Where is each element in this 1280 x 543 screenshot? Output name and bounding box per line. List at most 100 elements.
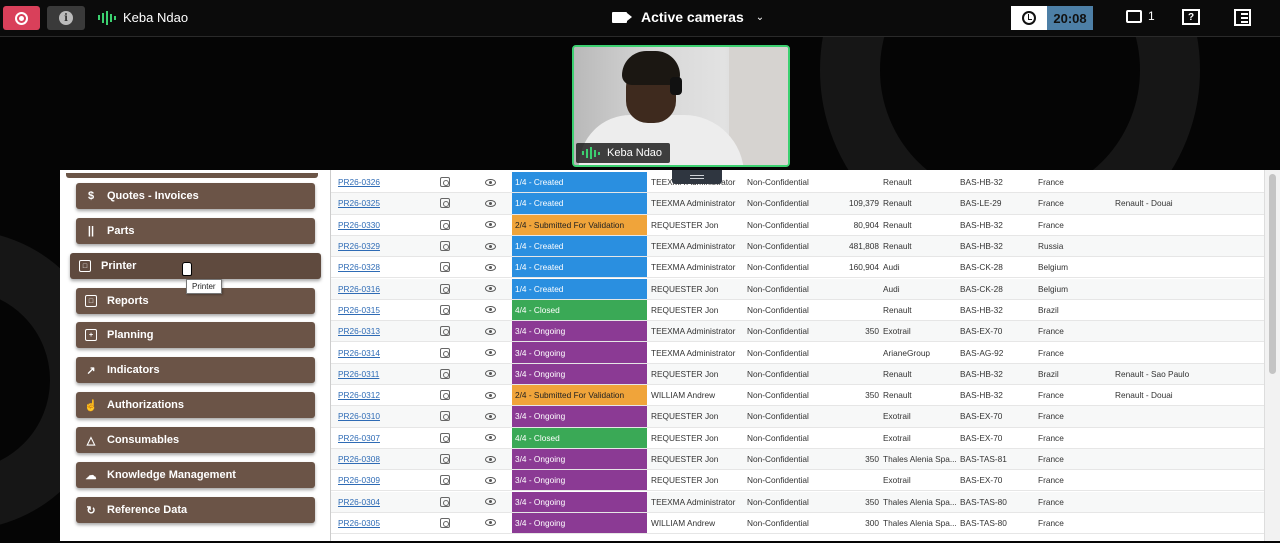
status-badge: 2/4 - Submitted For Validation bbox=[512, 385, 647, 406]
country-cell: France bbox=[1038, 326, 1064, 337]
edit-icon[interactable] bbox=[439, 513, 451, 533]
help-icon[interactable]: ? bbox=[1182, 9, 1200, 25]
table-row[interactable]: PR26-0315 4/4 - Closed REQUESTER Jon Non-Co… bbox=[331, 299, 1265, 322]
sidebar-item-indicators[interactable]: ↗ Indicators bbox=[76, 357, 315, 383]
sidebar-item-planning[interactable]: + Planning bbox=[76, 322, 315, 348]
request-id-link[interactable]: PR26-0315 bbox=[338, 300, 418, 320]
edit-icon[interactable] bbox=[439, 257, 451, 277]
table-scrollbar[interactable] bbox=[1264, 170, 1280, 541]
table-row[interactable]: PR26-0308 3/4 - Ongoing REQUESTER Jon Non-C… bbox=[331, 448, 1265, 471]
meeting-timer[interactable]: 20:08 bbox=[1011, 6, 1093, 30]
edit-icon[interactable] bbox=[439, 364, 451, 384]
table-row[interactable]: PR26-0305 3/4 - Ongoing WILLIAM Andrew Non-… bbox=[331, 512, 1265, 535]
view-eye-icon[interactable] bbox=[484, 215, 496, 235]
view-eye-icon[interactable] bbox=[484, 513, 496, 533]
table-row[interactable]: PR26-0313 3/4 - Ongoing TEEXMA Administrat… bbox=[331, 321, 1265, 343]
view-selector[interactable]: Active cameras ⌄ bbox=[612, 9, 764, 25]
view-eye-icon[interactable] bbox=[484, 406, 496, 426]
table-row[interactable]: PR26-0309 3/4 - Ongoing REQUESTER Jon Non-C… bbox=[331, 470, 1265, 492]
request-id-link[interactable]: PR26-0325 bbox=[338, 193, 418, 213]
quantity-cell: 350 bbox=[865, 454, 879, 465]
sidebar-item-authorizations[interactable]: ☝ Authorizations bbox=[76, 392, 315, 418]
sidebar-item-quotes-invoices[interactable]: $ Quotes - Invoices bbox=[76, 183, 315, 209]
edit-icon[interactable] bbox=[439, 406, 451, 426]
table-row[interactable]: PR26-0307 4/4 - Closed REQUESTER Jon Non-Co… bbox=[331, 427, 1265, 449]
table-row[interactable]: PR26-0328 1/4 - Created TEEXMA Administrat… bbox=[331, 257, 1265, 279]
country-cell: France bbox=[1038, 432, 1064, 443]
view-eye-icon[interactable] bbox=[484, 300, 496, 320]
edit-icon[interactable] bbox=[439, 279, 451, 299]
table-row[interactable]: PR26-0329 1/4 - Created TEEXMA Administrat… bbox=[331, 235, 1265, 258]
view-eye-icon[interactable] bbox=[484, 321, 496, 341]
table-row[interactable]: PR26-0304 3/4 - Ongoing TEEXMA Administrat… bbox=[331, 491, 1265, 513]
view-eye-icon[interactable] bbox=[484, 364, 496, 384]
request-id-link[interactable]: PR26-0307 bbox=[338, 428, 418, 448]
sidebar-item-printer[interactable]: □ Printer bbox=[70, 253, 321, 279]
request-id-link[interactable]: PR26-0313 bbox=[338, 321, 418, 341]
country-cell: France bbox=[1038, 517, 1064, 528]
table-row[interactable]: PR26-0310 3/4 - Ongoing REQUESTER Jon Non-C… bbox=[331, 406, 1265, 428]
view-eye-icon[interactable] bbox=[484, 428, 496, 448]
view-eye-icon[interactable] bbox=[484, 342, 496, 362]
request-id-link[interactable]: PR26-0310 bbox=[338, 406, 418, 426]
edit-icon[interactable] bbox=[439, 470, 451, 490]
request-id-link[interactable]: PR26-0330 bbox=[338, 215, 418, 235]
table-row[interactable]: PR26-0314 3/4 - Ongoing TEEXMA Administrat… bbox=[331, 342, 1265, 364]
table-row[interactable]: PR26-0311 3/4 - Ongoing REQUESTER Jon Non-C… bbox=[331, 363, 1265, 385]
request-id-link[interactable]: PR26-0328 bbox=[338, 257, 418, 277]
sidebar-item-reference-data[interactable]: ↻ Reference Data bbox=[76, 497, 315, 523]
edit-icon[interactable] bbox=[439, 172, 451, 192]
view-eye-icon[interactable] bbox=[484, 193, 496, 213]
edit-icon[interactable] bbox=[439, 342, 451, 362]
view-eye-icon[interactable] bbox=[484, 172, 496, 192]
printer-icon: □ bbox=[79, 260, 91, 272]
view-eye-icon[interactable] bbox=[484, 279, 496, 299]
edit-icon[interactable] bbox=[439, 193, 451, 213]
edit-icon[interactable] bbox=[439, 300, 451, 320]
view-eye-icon[interactable] bbox=[484, 449, 496, 469]
table-row[interactable]: PR26-0312 2/4 - Submitted For Validation W… bbox=[331, 385, 1265, 407]
timer-value: 20:08 bbox=[1047, 6, 1093, 30]
table-row[interactable]: PR26-0316 1/4 - Created REQUESTER Jon Non-C… bbox=[331, 278, 1265, 300]
edit-icon[interactable] bbox=[439, 236, 451, 256]
info-button[interactable]: i bbox=[47, 6, 85, 30]
sidebar-item-parts[interactable]: || Parts bbox=[76, 218, 315, 244]
sidebar-item-consumables[interactable]: △ Consumables bbox=[76, 427, 315, 453]
view-eye-icon[interactable] bbox=[484, 236, 496, 256]
reference-cell: BAS-HB-32 bbox=[960, 177, 1003, 188]
edit-icon[interactable] bbox=[439, 385, 451, 405]
edit-icon[interactable] bbox=[439, 449, 451, 469]
audio-level-icon bbox=[98, 10, 116, 25]
request-id-link[interactable]: PR26-0314 bbox=[338, 342, 418, 362]
site-cell bbox=[1115, 257, 1255, 277]
edit-icon[interactable] bbox=[439, 321, 451, 341]
record-button[interactable] bbox=[3, 6, 40, 30]
table-row[interactable]: PR26-03261/4 - CreatedTEEXMA Administrat… bbox=[331, 172, 1265, 194]
chat-button[interactable]: 1 bbox=[1126, 9, 1155, 23]
edit-icon[interactable] bbox=[439, 428, 451, 448]
camera-tile[interactable]: Keba Ndao bbox=[572, 45, 790, 167]
request-id-link[interactable]: PR26-0304 bbox=[338, 492, 418, 512]
request-id-link[interactable]: PR26-0311 bbox=[338, 364, 418, 384]
edit-icon[interactable] bbox=[439, 492, 451, 512]
request-id-link[interactable]: PR26-0326 bbox=[338, 172, 418, 192]
participants-icon[interactable] bbox=[1234, 9, 1251, 26]
table-row[interactable]: PR26-0325 1/4 - Created TEEXMA Administrat… bbox=[331, 193, 1265, 215]
reference-cell: BAS-HB-32 bbox=[960, 304, 1003, 315]
drag-handle[interactable] bbox=[672, 170, 722, 184]
request-id-link[interactable]: PR26-0316 bbox=[338, 279, 418, 299]
view-eye-icon[interactable] bbox=[484, 492, 496, 512]
request-id-link[interactable]: PR26-0305 bbox=[338, 513, 418, 533]
sidebar-item-knowledge-management[interactable]: ☁ Knowledge Management bbox=[76, 462, 315, 488]
request-id-link[interactable]: PR26-0312 bbox=[338, 385, 418, 405]
edit-icon[interactable] bbox=[439, 215, 451, 235]
reference-cell: BAS-LE-29 bbox=[960, 198, 1002, 209]
view-eye-icon[interactable] bbox=[484, 470, 496, 490]
view-eye-icon[interactable] bbox=[484, 257, 496, 277]
request-id-link[interactable]: PR26-0329 bbox=[338, 236, 418, 256]
view-eye-icon[interactable] bbox=[484, 385, 496, 405]
table-row[interactable]: PR26-0330 2/4 - Submitted For Validation R… bbox=[331, 214, 1265, 236]
quantity-cell: 109,379 bbox=[849, 198, 879, 209]
request-id-link[interactable]: PR26-0309 bbox=[338, 470, 418, 490]
request-id-link[interactable]: PR26-0308 bbox=[338, 449, 418, 469]
